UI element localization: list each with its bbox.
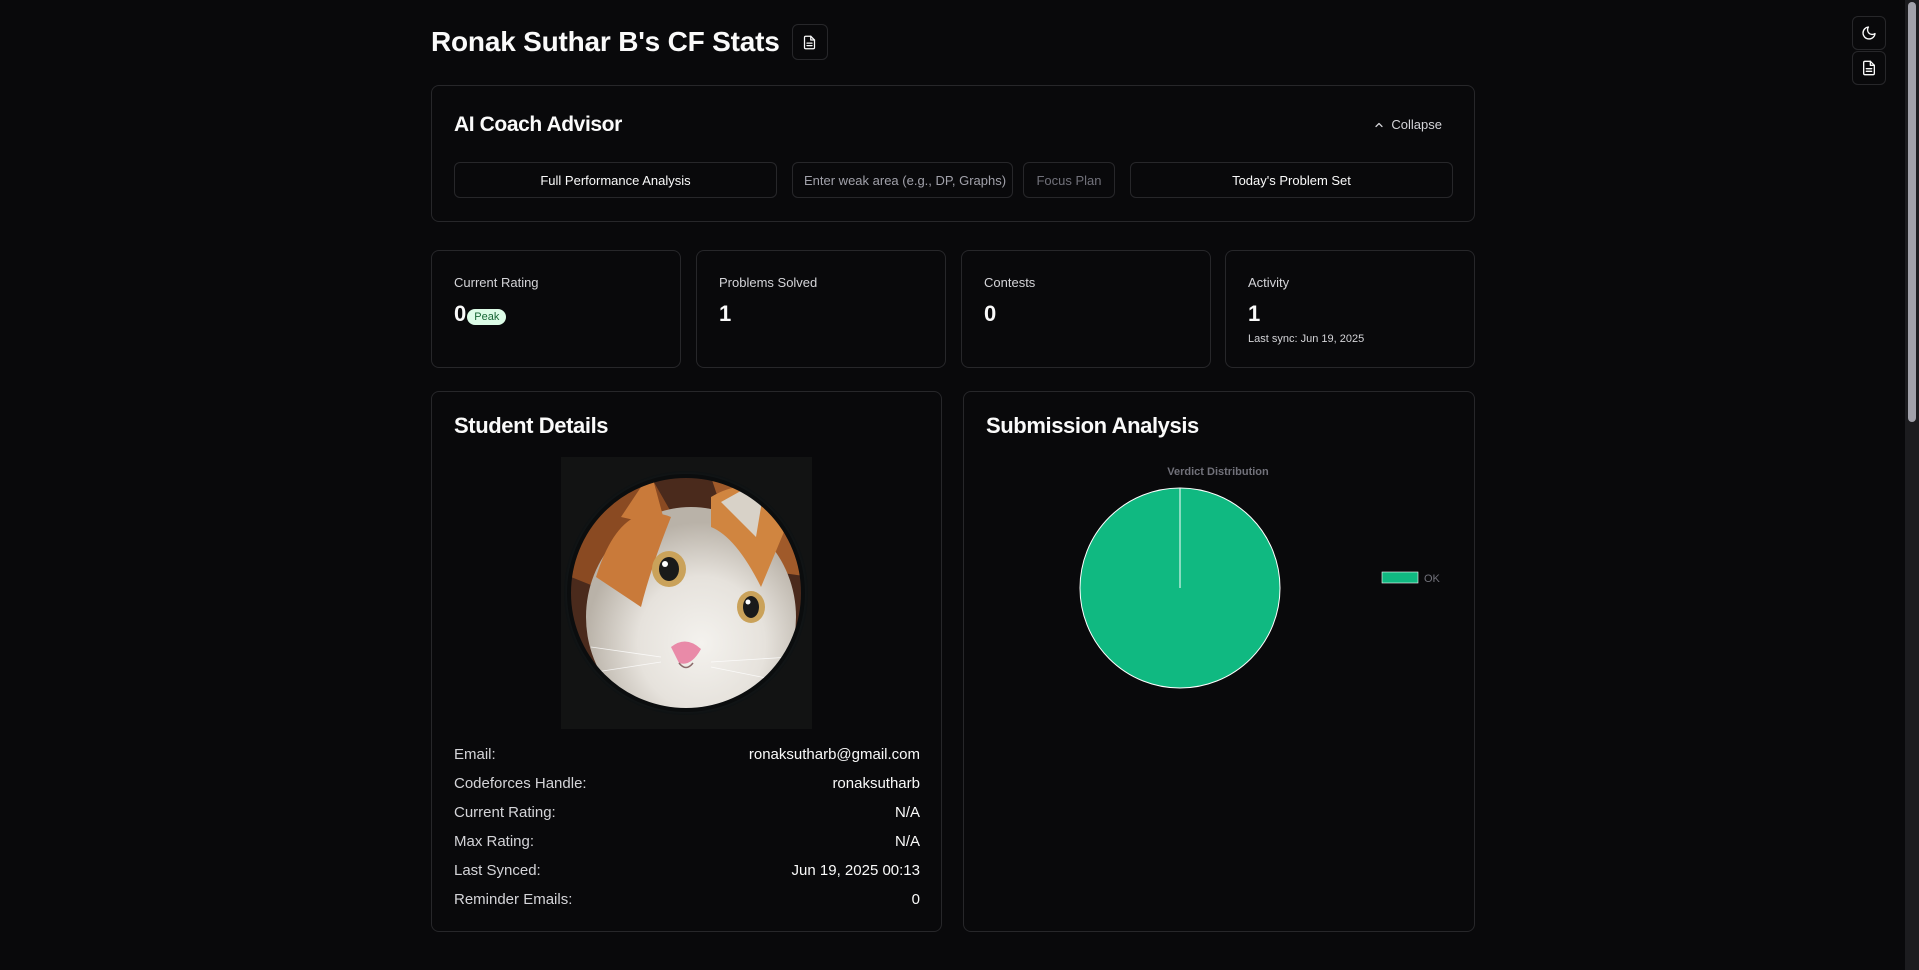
- ai-coach-card: AI Coach Advisor Collapse Full Performan…: [431, 85, 1475, 222]
- detail-label: Codeforces Handle:: [454, 775, 587, 792]
- stat-label: Activity: [1248, 275, 1290, 290]
- student-avatar: [561, 457, 812, 729]
- report-button[interactable]: [1852, 51, 1886, 85]
- scrollbar[interactable]: [1905, 0, 1919, 970]
- peak-badge: Peak: [467, 309, 507, 325]
- detail-row-handle: Codeforces Handle: ronaksutharb: [454, 775, 920, 804]
- stat-label: Contests: [984, 275, 1036, 290]
- stat-card-activity: Activity 1 Last sync: Jun 19, 2025: [1225, 250, 1475, 368]
- export-button[interactable]: [791, 24, 828, 60]
- stat-value: 1: [719, 301, 732, 326]
- detail-value: ronaksutharb: [832, 775, 920, 792]
- detail-value: 0: [911, 891, 920, 908]
- floating-toolbar: [1852, 16, 1886, 85]
- detail-value: N/A: [894, 804, 920, 821]
- chart-title: Verdict Distribution: [1167, 466, 1269, 478]
- coach-title: AI Coach Advisor: [454, 113, 622, 136]
- detail-label: Max Rating:: [454, 833, 535, 850]
- stat-value: 1: [1248, 301, 1261, 326]
- detail-row-max-rating: Max Rating: N/A: [454, 833, 920, 862]
- coach-controls: Full Performance Analysis Enter weak are…: [454, 162, 1453, 198]
- stat-value: 0: [454, 301, 467, 326]
- stat-card-current-rating: Current Rating 0 Peak: [431, 250, 681, 368]
- stat-label: Current Rating: [454, 275, 539, 290]
- detail-row-current-rating: Current Rating: N/A: [454, 804, 920, 833]
- verdict-pie-chart: Verdict Distribution OK: [1079, 466, 1441, 689]
- legend-swatch-ok[interactable]: [1381, 571, 1419, 584]
- scrollbar-thumb[interactable]: [1908, 2, 1916, 422]
- detail-label: Email:: [454, 746, 496, 763]
- submission-analysis-card: Submission Analysis Verdict Distribution…: [963, 391, 1475, 932]
- page-header: Ronak Suthar B's CF Stats: [431, 24, 828, 60]
- student-details-list: Email: ronaksutharb@gmail.com Codeforces…: [454, 746, 920, 920]
- page: Ronak Suthar B's CF Stats AI Coach Advis…: [0, 0, 1919, 970]
- chevron-up-icon: [1375, 122, 1384, 127]
- detail-value: N/A: [894, 833, 920, 850]
- detail-row-reminder-emails: Reminder Emails: 0: [454, 891, 920, 920]
- problem-set-button[interactable]: Today's Problem Set: [1130, 162, 1453, 198]
- student-details-card: Student Details Email: ronaksutharb@gmai…: [431, 391, 942, 932]
- detail-label: Current Rating:: [454, 804, 556, 821]
- collapse-button[interactable]: Collapse: [1373, 117, 1442, 132]
- focus-plan-button[interactable]: Focus Plan: [1023, 162, 1115, 198]
- detail-value: Jun 19, 2025 00:13: [791, 862, 920, 879]
- detail-row-last-synced: Last Synced: Jun 19, 2025 00:13: [454, 862, 920, 891]
- stat-card-contests: Contests 0: [961, 250, 1211, 368]
- moon-icon: [1862, 26, 1876, 40]
- stat-label: Problems Solved: [719, 275, 818, 290]
- full-analysis-button[interactable]: Full Performance Analysis: [454, 162, 777, 198]
- stat-value: 0: [984, 301, 997, 326]
- file-text-icon: [804, 35, 816, 49]
- detail-value: ronaksutharb@gmail.com: [748, 746, 920, 763]
- legend-label-ok[interactable]: OK: [1424, 573, 1441, 585]
- last-sync-text: Last sync: Jun 19, 2025: [1248, 333, 1365, 345]
- file-text-icon: [1863, 60, 1875, 76]
- detail-label: Last Synced:: [454, 862, 541, 879]
- page-title: Ronak Suthar B's CF Stats: [431, 26, 780, 57]
- detail-label: Reminder Emails:: [454, 891, 573, 908]
- collapse-label: Collapse: [1391, 117, 1442, 132]
- stat-value-row: 0 Peak: [454, 301, 507, 327]
- detail-row-email: Email: ronaksutharb@gmail.com: [454, 746, 920, 775]
- stat-card-problems-solved: Problems Solved 1: [696, 250, 946, 368]
- theme-toggle-button[interactable]: [1852, 16, 1886, 50]
- weak-area-input[interactable]: Enter weak area (e.g., DP, Graphs): [792, 162, 1013, 198]
- student-details-title: Student Details: [454, 413, 609, 438]
